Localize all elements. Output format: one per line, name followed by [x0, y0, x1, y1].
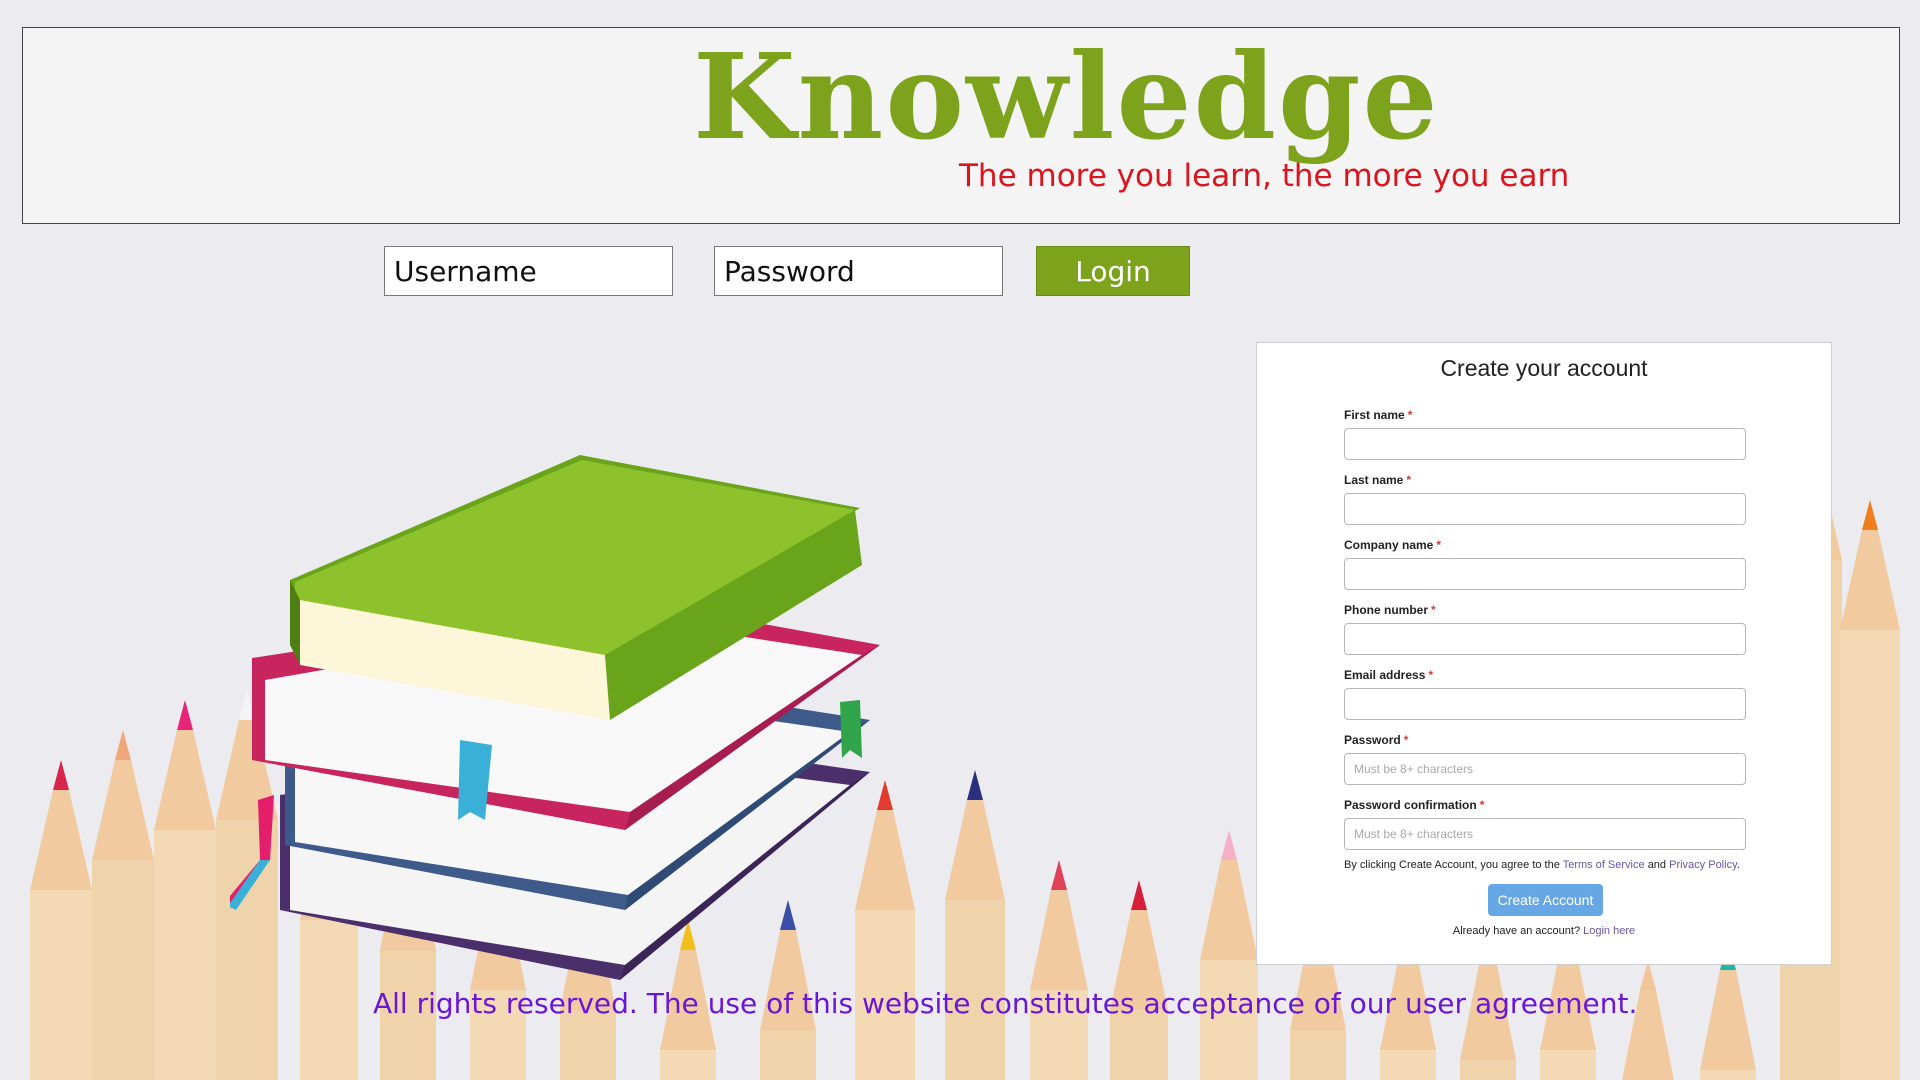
- terms-and: and: [1647, 859, 1667, 871]
- required-mark: *: [1403, 733, 1409, 747]
- required-mark: *: [1407, 408, 1413, 422]
- field-label: Password *: [1344, 733, 1409, 747]
- pencil-body: [1110, 1010, 1168, 1080]
- required-mark: *: [1436, 538, 1442, 552]
- first-name-input[interactable]: [1344, 428, 1746, 460]
- signup-password-input[interactable]: [1344, 753, 1746, 785]
- privacy-policy-link[interactable]: Privacy Policy: [1669, 859, 1737, 871]
- email-address-input[interactable]: [1344, 688, 1746, 720]
- signup-title: Create your account: [1440, 355, 1648, 381]
- first-name-field: First name *: [1344, 408, 1746, 460]
- required-mark: *: [1406, 473, 1412, 487]
- login-button[interactable]: Login: [1036, 246, 1190, 296]
- site-logo: Knowledge: [693, 27, 1440, 166]
- password-input[interactable]: [714, 246, 1003, 296]
- terms-suffix: .: [1736, 859, 1740, 871]
- terms-notice: By clicking Create Account, you agree to…: [1344, 859, 1764, 871]
- required-mark: *: [1428, 668, 1434, 682]
- pencil-body: [760, 1030, 816, 1080]
- pencil-body: [1840, 630, 1900, 1080]
- pencil-body: [1540, 1050, 1596, 1080]
- pencil-body: [1290, 1030, 1346, 1080]
- already-have-account: Already have an account? Login here: [1257, 925, 1831, 937]
- phone-number-input[interactable]: [1344, 623, 1746, 655]
- required-mark: *: [1431, 603, 1436, 617]
- site-header: Knowledge The more you learn, the more y…: [22, 27, 1900, 224]
- last-name-field: Last name *: [1344, 473, 1746, 525]
- last-name-input[interactable]: [1344, 493, 1746, 525]
- pencil-body: [660, 1050, 716, 1080]
- create-account-button[interactable]: Create Account: [1488, 884, 1603, 916]
- pencil-body: [1200, 960, 1258, 1080]
- field-label: Company name *: [1344, 538, 1442, 552]
- field-label: Last name *: [1344, 473, 1412, 487]
- signup-card: Create your account First name * Last nam…: [1256, 342, 1832, 965]
- company-name-field: Company name *: [1344, 538, 1746, 590]
- site-tagline: The more you learn, the more you earn: [959, 158, 1570, 194]
- username-input[interactable]: [384, 246, 673, 296]
- field-label: Phone number *: [1344, 603, 1436, 617]
- pencil-body: [560, 1010, 616, 1080]
- email-address-field: Email address *: [1344, 668, 1746, 720]
- pencil-body: [30, 890, 92, 1080]
- login-here-link[interactable]: Login here: [1583, 925, 1635, 937]
- pencil-body: [1700, 1070, 1756, 1080]
- pencil-body: [1460, 1060, 1516, 1080]
- terms-prefix: By clicking Create Account, you agree to…: [1344, 859, 1560, 871]
- pencil-body: [1380, 1050, 1436, 1080]
- password-confirmation-field: Password confirmation *: [1344, 798, 1746, 850]
- field-label: Password confirmation *: [1344, 798, 1485, 812]
- password-field: Password *: [1344, 733, 1746, 785]
- pencil-body: [92, 860, 154, 1080]
- book-stack-illustration: [230, 455, 880, 980]
- field-label: Email address *: [1344, 668, 1434, 682]
- required-mark: *: [1479, 798, 1485, 812]
- already-text: Already have an account?: [1452, 925, 1581, 937]
- field-label: First name *: [1344, 408, 1413, 422]
- password-confirmation-input[interactable]: [1344, 818, 1746, 850]
- terms-of-service-link[interactable]: Terms of Service: [1563, 859, 1645, 871]
- footer-notice: All rights reserved. The use of this web…: [373, 987, 1638, 1020]
- company-name-input[interactable]: [1344, 558, 1746, 590]
- pencil-body: [154, 830, 216, 1080]
- phone-number-field: Phone number *: [1344, 603, 1746, 655]
